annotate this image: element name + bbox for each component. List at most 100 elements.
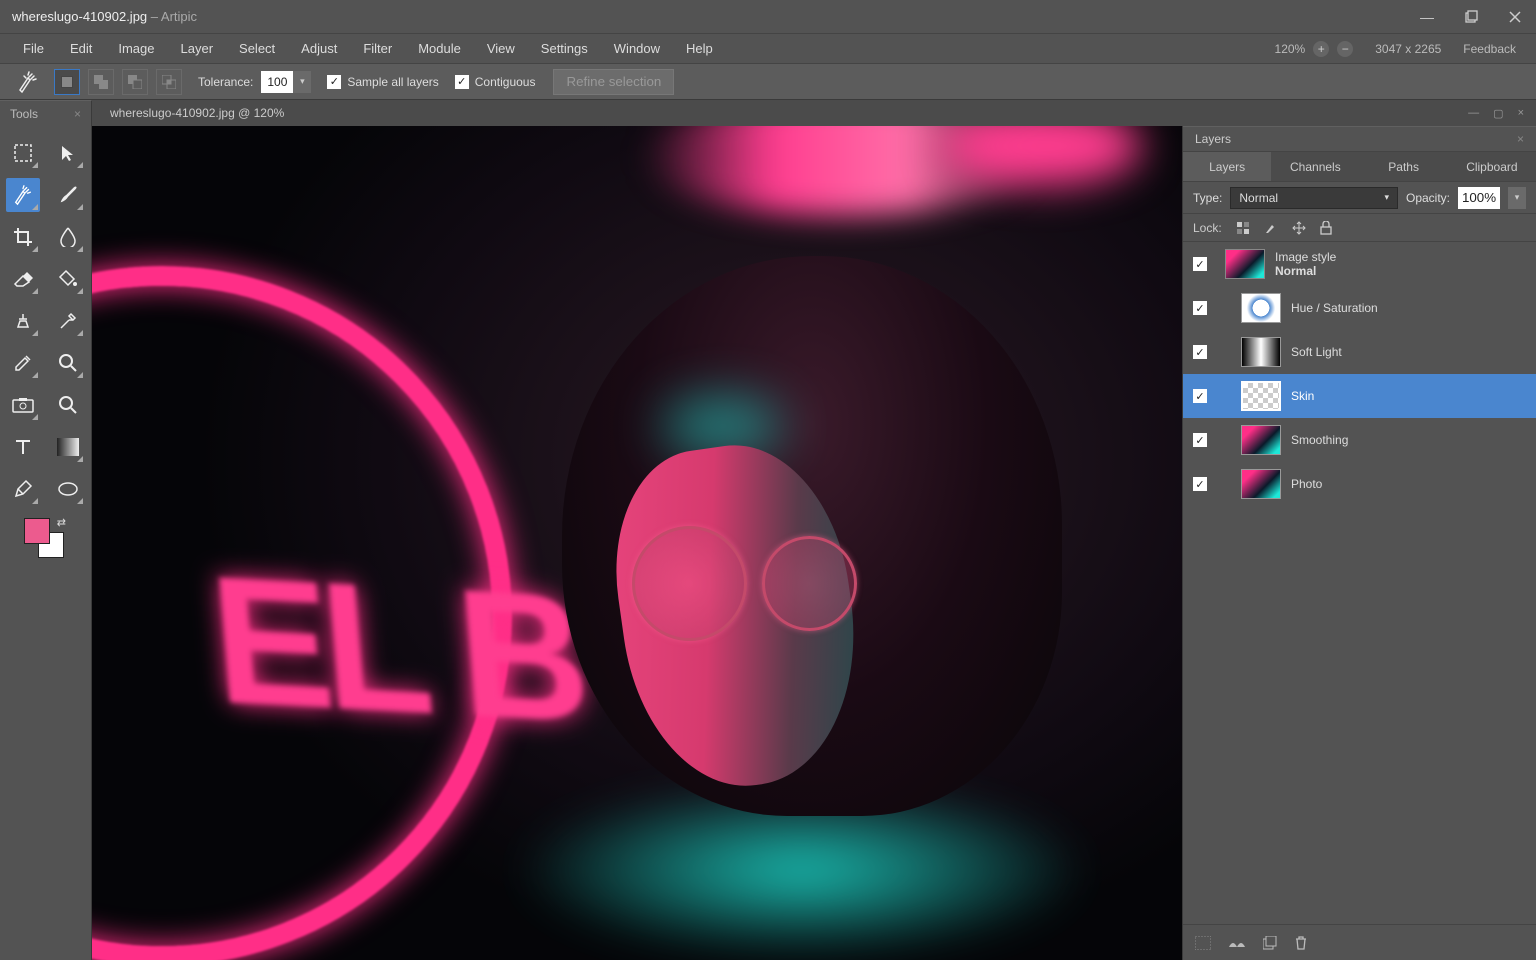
layer-visibility-toggle[interactable]: ✓ xyxy=(1193,389,1207,403)
magnify-tool[interactable] xyxy=(51,388,85,422)
selection-mode-new[interactable] xyxy=(54,69,80,95)
layer-duplicate-icon[interactable] xyxy=(1263,936,1277,950)
layer-visibility-toggle[interactable]: ✓ xyxy=(1193,257,1207,271)
menu-layer[interactable]: Layer xyxy=(168,35,227,62)
refine-selection-button[interactable]: Refine selection xyxy=(553,69,674,95)
rect-select-tool[interactable] xyxy=(6,136,40,170)
crop-tool[interactable] xyxy=(6,220,40,254)
menu-window[interactable]: Window xyxy=(601,35,673,62)
opacity-dropdown[interactable]: ▾ xyxy=(1508,187,1526,209)
layer-name: Smoothing xyxy=(1291,433,1348,447)
menu-file[interactable]: File xyxy=(10,35,57,62)
menu-adjust[interactable]: Adjust xyxy=(288,35,350,62)
menu-help[interactable]: Help xyxy=(673,35,726,62)
layer-name: Image style xyxy=(1275,250,1336,264)
screenshot-tool[interactable] xyxy=(6,388,40,422)
tolerance-input[interactable] xyxy=(261,71,293,93)
active-tool-icon xyxy=(10,64,46,100)
clone-stamp-tool[interactable] xyxy=(6,304,40,338)
lock-pixels-icon[interactable] xyxy=(1236,221,1250,235)
selection-mode-intersect[interactable] xyxy=(156,69,182,95)
checkbox-icon: ✓ xyxy=(327,75,341,89)
layer-subtitle: Normal xyxy=(1275,264,1336,278)
layer-visibility-toggle[interactable]: ✓ xyxy=(1193,433,1207,447)
menu-filter[interactable]: Filter xyxy=(350,35,405,62)
tolerance-dropdown[interactable]: ▾ xyxy=(293,71,311,93)
layer-image-style[interactable]: ✓ Image styleNormal xyxy=(1183,242,1536,286)
close-button[interactable] xyxy=(1506,8,1524,26)
feedback-link[interactable]: Feedback xyxy=(1463,42,1516,56)
menu-settings[interactable]: Settings xyxy=(528,35,601,62)
gradient-tool[interactable] xyxy=(51,430,85,464)
contiguous-checkbox[interactable]: ✓ Contiguous xyxy=(455,75,536,89)
eyedropper-alt-tool[interactable] xyxy=(51,304,85,338)
canvas-viewport[interactable]: EL B xyxy=(92,126,1182,960)
layers-tabs: LayersChannelsPathsClipboard xyxy=(1183,152,1536,182)
sample-all-layers-checkbox[interactable]: ✓ Sample all layers xyxy=(327,75,438,89)
swap-colors-icon[interactable]: ⇄ xyxy=(57,516,66,529)
layer-list: ✓ Image styleNormal ✓ Hue / Saturation ✓Soft… xyxy=(1183,242,1536,924)
lock-brush-icon[interactable] xyxy=(1264,221,1278,235)
layer-photo[interactable]: ✓Photo xyxy=(1183,462,1536,506)
pen-tool[interactable] xyxy=(6,472,40,506)
layer-delete-icon[interactable] xyxy=(1295,936,1307,950)
layer-skin[interactable]: ✓Skin xyxy=(1183,374,1536,418)
layer-name: Hue / Saturation xyxy=(1291,301,1378,315)
layer-visibility-toggle[interactable]: ✓ xyxy=(1193,301,1207,315)
doc-close-icon[interactable]: × xyxy=(1514,105,1528,121)
text-tool[interactable] xyxy=(6,430,40,464)
menubar: FileEditImageLayerSelectAdjustFilterModu… xyxy=(0,34,1536,64)
tools-title: Tools xyxy=(10,107,38,121)
document-tab[interactable]: whereslugo-410902.jpg @ 120% xyxy=(92,100,302,126)
selection-mode-add[interactable] xyxy=(88,69,114,95)
zoom-out-button[interactable]: − xyxy=(1337,41,1353,57)
selection-mode-subtract[interactable] xyxy=(122,69,148,95)
bucket-fill-tool[interactable] xyxy=(51,262,85,296)
opacity-input[interactable] xyxy=(1458,187,1500,209)
layer-thumbnail xyxy=(1225,249,1265,279)
tab-clipboard[interactable]: Clipboard xyxy=(1448,152,1536,181)
layer-thumbnail xyxy=(1241,425,1281,455)
menu-image[interactable]: Image xyxy=(105,35,167,62)
menu-edit[interactable]: Edit xyxy=(57,35,105,62)
toolbox: ⇄ xyxy=(0,126,92,960)
layers-panel-close-icon[interactable]: × xyxy=(1517,132,1524,146)
maximize-button[interactable] xyxy=(1462,8,1480,26)
doc-maximize-icon[interactable]: ▢ xyxy=(1489,105,1507,122)
layer-mask-icon[interactable] xyxy=(1195,936,1211,950)
layer-smoothing[interactable]: ✓ Smoothing xyxy=(1183,418,1536,462)
panels-header: Tools × whereslugo-410902.jpg @ 120% — ▢… xyxy=(0,100,1536,126)
layer-hue-saturation[interactable]: ✓ Hue / Saturation xyxy=(1183,286,1536,330)
layer-visibility-toggle[interactable]: ✓ xyxy=(1193,345,1207,359)
lock-all-icon[interactable] xyxy=(1320,221,1332,235)
brush-tool[interactable] xyxy=(51,178,85,212)
blend-type-select[interactable]: Normal ▾ xyxy=(1230,187,1398,209)
zoom-level: 120% xyxy=(1275,42,1306,56)
tools-close-icon[interactable]: × xyxy=(74,107,81,121)
eraser-tool[interactable] xyxy=(6,262,40,296)
layer-effects-icon[interactable] xyxy=(1229,937,1245,949)
blur-tool[interactable] xyxy=(51,220,85,254)
eyedropper-tool[interactable] xyxy=(6,346,40,380)
foreground-color[interactable] xyxy=(24,518,50,544)
checkbox-icon: ✓ xyxy=(455,75,469,89)
tab-channels[interactable]: Channels xyxy=(1271,152,1359,181)
minimize-button[interactable]: — xyxy=(1418,8,1436,26)
lock-label: Lock: xyxy=(1193,221,1222,235)
menu-select[interactable]: Select xyxy=(226,35,288,62)
menu-view[interactable]: View xyxy=(474,35,528,62)
layer-soft-light[interactable]: ✓Soft Light xyxy=(1183,330,1536,374)
layer-visibility-toggle[interactable]: ✓ xyxy=(1193,477,1207,491)
zoom-in-button[interactable]: + xyxy=(1313,41,1329,57)
menu-module[interactable]: Module xyxy=(405,35,474,62)
lock-position-icon[interactable] xyxy=(1292,221,1306,235)
color-swatches[interactable]: ⇄ xyxy=(24,518,64,558)
tab-paths[interactable]: Paths xyxy=(1360,152,1448,181)
ellipse-shape-tool[interactable] xyxy=(51,472,85,506)
move-tool[interactable] xyxy=(51,136,85,170)
tab-layers[interactable]: Layers xyxy=(1183,152,1271,181)
zoom-tool[interactable] xyxy=(51,346,85,380)
magic-wand-tool[interactable] xyxy=(6,178,40,212)
doc-minimize-icon[interactable]: — xyxy=(1464,105,1483,121)
layers-panel-header: Layers × xyxy=(1183,126,1536,152)
